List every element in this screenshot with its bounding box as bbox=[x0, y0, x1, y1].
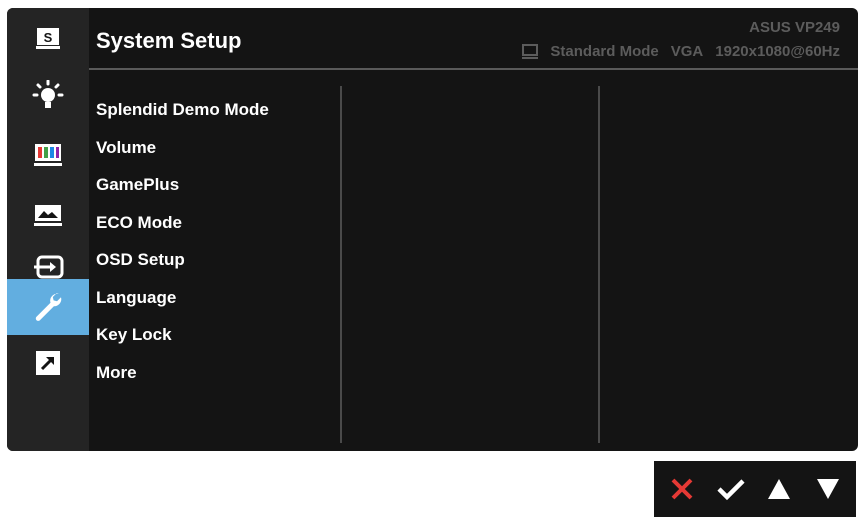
menu-item-language[interactable]: Language bbox=[96, 284, 269, 322]
input-label: VGA bbox=[670, 43, 704, 60]
down-arrow-icon bbox=[816, 479, 839, 499]
up-arrow-icon bbox=[768, 479, 791, 499]
sidebar-item-system-setup[interactable] bbox=[7, 279, 89, 335]
sidebar-item-blue-light[interactable] bbox=[7, 74, 89, 120]
up-key[interactable] bbox=[759, 469, 799, 509]
menu-item-eco-mode[interactable]: ECO Mode bbox=[96, 209, 269, 247]
status-bar: Standard Mode VGA 1920x1080@60Hz bbox=[522, 43, 840, 60]
input-select-icon bbox=[34, 255, 64, 279]
checkmark-icon bbox=[717, 479, 745, 501]
menu-item-volume[interactable]: Volume bbox=[96, 134, 269, 172]
page-title: System Setup bbox=[96, 28, 242, 53]
system-setup-menu: Splendid Demo Mode Volume GamePlus ECO M… bbox=[96, 96, 269, 396]
column-divider-2 bbox=[598, 86, 600, 443]
monitor-icon bbox=[522, 43, 539, 59]
svg-text:S: S bbox=[44, 30, 53, 45]
model-name: ASUS VP249 bbox=[749, 19, 840, 36]
sidebar-item-shortcut[interactable] bbox=[7, 340, 89, 386]
confirm-key[interactable] bbox=[711, 469, 751, 509]
shortcut-icon bbox=[36, 351, 60, 375]
menu-item-splendid-demo-mode[interactable]: Splendid Demo Mode bbox=[96, 96, 269, 134]
splendid-s-icon: S bbox=[36, 28, 60, 49]
menu-item-key-lock[interactable]: Key Lock bbox=[96, 321, 269, 359]
header-divider bbox=[89, 68, 858, 70]
menu-item-gameplus[interactable]: GamePlus bbox=[96, 171, 269, 209]
resolution-label: 1920x1080@60Hz bbox=[715, 43, 840, 60]
mode-label: Standard Mode bbox=[550, 43, 659, 60]
menu-item-more[interactable]: More bbox=[96, 359, 269, 397]
blue-light-filter-icon bbox=[32, 80, 64, 108]
sidebar-item-color[interactable] bbox=[7, 132, 89, 178]
osd-window: S System Setup ASUS VP249 Standard Mode … bbox=[7, 8, 858, 451]
sidebar: S bbox=[7, 8, 89, 451]
menu-item-osd-setup[interactable]: OSD Setup bbox=[96, 246, 269, 284]
close-key[interactable] bbox=[662, 469, 702, 509]
sidebar-item-splendid[interactable]: S bbox=[7, 16, 89, 62]
wrench-icon bbox=[35, 293, 62, 321]
column-divider-1 bbox=[340, 86, 342, 443]
color-icon bbox=[34, 144, 62, 166]
image-icon bbox=[34, 205, 62, 226]
key-guide-bar bbox=[654, 461, 856, 517]
close-icon bbox=[671, 478, 693, 500]
down-key[interactable] bbox=[808, 469, 848, 509]
sidebar-item-image[interactable] bbox=[7, 192, 89, 238]
